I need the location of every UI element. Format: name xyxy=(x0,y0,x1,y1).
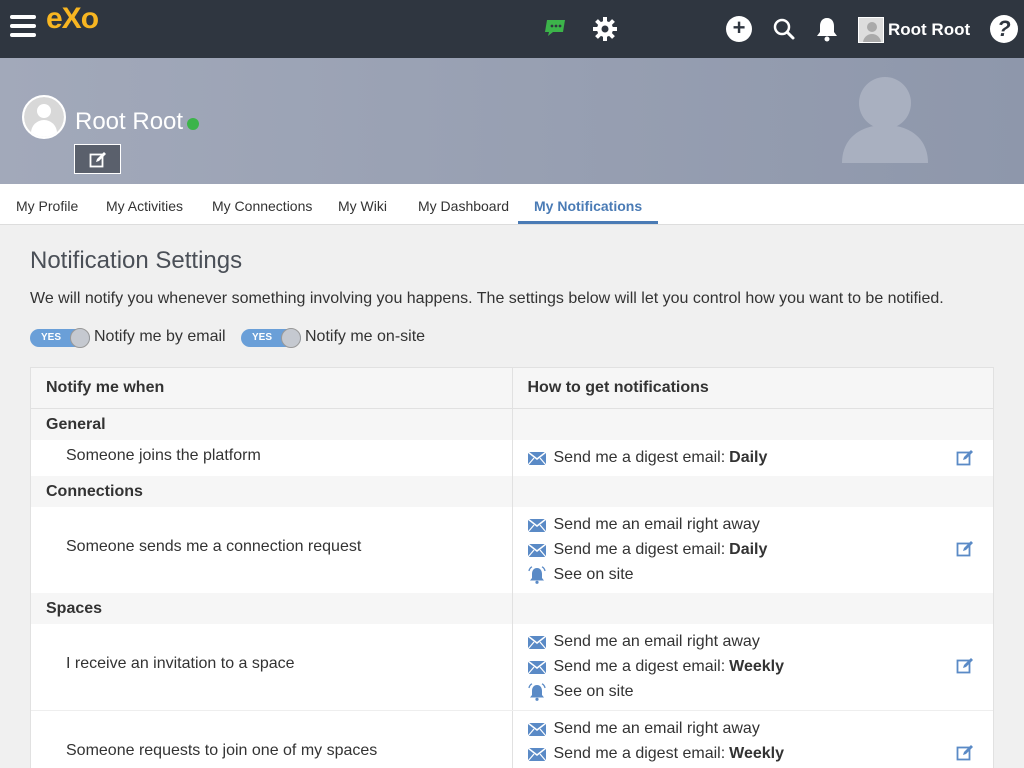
edit-icon[interactable] xyxy=(956,540,974,563)
add-plus-button[interactable]: + xyxy=(726,16,752,42)
notification-method: See on site xyxy=(527,683,634,701)
table-row: Someone sends me a connection request Se… xyxy=(31,507,993,593)
column-header-how-to-get: How to get notifications xyxy=(527,379,709,396)
user-menu-name: Root Root xyxy=(888,20,971,39)
exo-logo[interactable]: eXo xyxy=(46,2,99,36)
edit-icon xyxy=(89,152,106,168)
help-button[interactable]: ? xyxy=(990,15,1018,43)
bell-icon[interactable] xyxy=(815,15,839,48)
gear-icon[interactable] xyxy=(592,16,618,47)
group-row: Spaces xyxy=(31,593,993,624)
notification-method: Send me a digest email: Daily xyxy=(527,541,767,559)
site-notification-toggle[interactable]: YES xyxy=(241,328,301,348)
notification-label: Someone joins the platform xyxy=(66,447,261,464)
notification-method: Send me an email right away xyxy=(527,516,760,534)
profile-name: Root Root xyxy=(75,108,184,135)
avatar xyxy=(858,17,884,43)
profile-tabs: My Profile My Activities My Connections … xyxy=(0,184,1024,225)
settings-description: We will notify you whenever something in… xyxy=(30,290,944,307)
toggle-knob xyxy=(70,328,90,348)
notification-label: Someone sends me a connection request xyxy=(66,538,362,555)
notification-method: Send me an email right away xyxy=(527,720,760,738)
top-navigation-bar: eXo + Root Root ? xyxy=(0,0,1024,58)
tab-my-dashboard[interactable]: My Dashboard xyxy=(402,184,525,224)
group-title: General xyxy=(46,416,106,433)
table-row: Someone joins the platform Send me a dig… xyxy=(31,440,993,476)
notification-table: Notify me when How to get notifications … xyxy=(30,367,994,768)
notification-method: Send me an email right away xyxy=(527,633,760,651)
notification-label: Someone requests to join one of my space… xyxy=(66,742,378,759)
toggle-knob xyxy=(281,328,301,348)
notification-method: Send me a digest email: Weekly xyxy=(527,745,784,763)
notification-method: Send me a digest email: Daily xyxy=(527,449,767,467)
banner-avatar-silhouette xyxy=(840,73,930,163)
group-row: General xyxy=(31,409,993,440)
email-notification-toggle[interactable]: YES xyxy=(30,328,90,348)
group-title: Connections xyxy=(46,483,143,500)
page-title: Notification Settings xyxy=(30,247,243,274)
chat-icon[interactable] xyxy=(543,18,567,43)
profile-banner: Root Root xyxy=(0,58,1024,184)
edit-icon[interactable] xyxy=(956,657,974,680)
tab-my-wiki[interactable]: My Wiki xyxy=(322,184,403,224)
email-toggle-label: Notify me by email xyxy=(94,328,226,345)
table-row: I receive an invitation to a space Send … xyxy=(31,624,993,710)
profile-avatar xyxy=(22,95,66,139)
bell-icon xyxy=(527,566,546,584)
envelope-icon xyxy=(527,747,546,761)
group-title: Spaces xyxy=(46,600,103,617)
envelope-icon xyxy=(527,543,546,557)
table-row: Someone requests to join one of my space… xyxy=(31,710,993,768)
notification-label: I receive an invitation to a space xyxy=(66,655,295,672)
tab-my-activities[interactable]: My Activities xyxy=(90,184,199,224)
edit-icon[interactable] xyxy=(956,744,974,767)
notification-method: See on site xyxy=(527,566,634,584)
online-status-dot xyxy=(187,118,199,130)
site-toggle-label: Notify me on-site xyxy=(305,328,426,345)
envelope-icon xyxy=(527,635,546,649)
user-menu[interactable]: Root Root xyxy=(858,16,970,44)
tab-my-notifications[interactable]: My Notifications xyxy=(518,184,659,224)
edit-icon[interactable] xyxy=(956,449,974,472)
table-header: Notify me when How to get notifications xyxy=(31,368,993,409)
envelope-icon xyxy=(527,660,546,674)
envelope-icon xyxy=(527,451,546,465)
column-header-notify-when: Notify me when xyxy=(46,379,165,396)
envelope-icon xyxy=(527,722,546,736)
notification-method: Send me a digest email: Weekly xyxy=(527,658,784,676)
tab-my-connections[interactable]: My Connections xyxy=(196,184,328,224)
bell-icon xyxy=(527,683,546,701)
group-row: Connections xyxy=(31,476,993,507)
edit-profile-button[interactable] xyxy=(74,144,121,174)
tab-my-profile[interactable]: My Profile xyxy=(0,184,94,224)
hamburger-menu-icon[interactable] xyxy=(10,15,36,39)
search-icon[interactable] xyxy=(772,17,796,46)
envelope-icon xyxy=(527,518,546,532)
